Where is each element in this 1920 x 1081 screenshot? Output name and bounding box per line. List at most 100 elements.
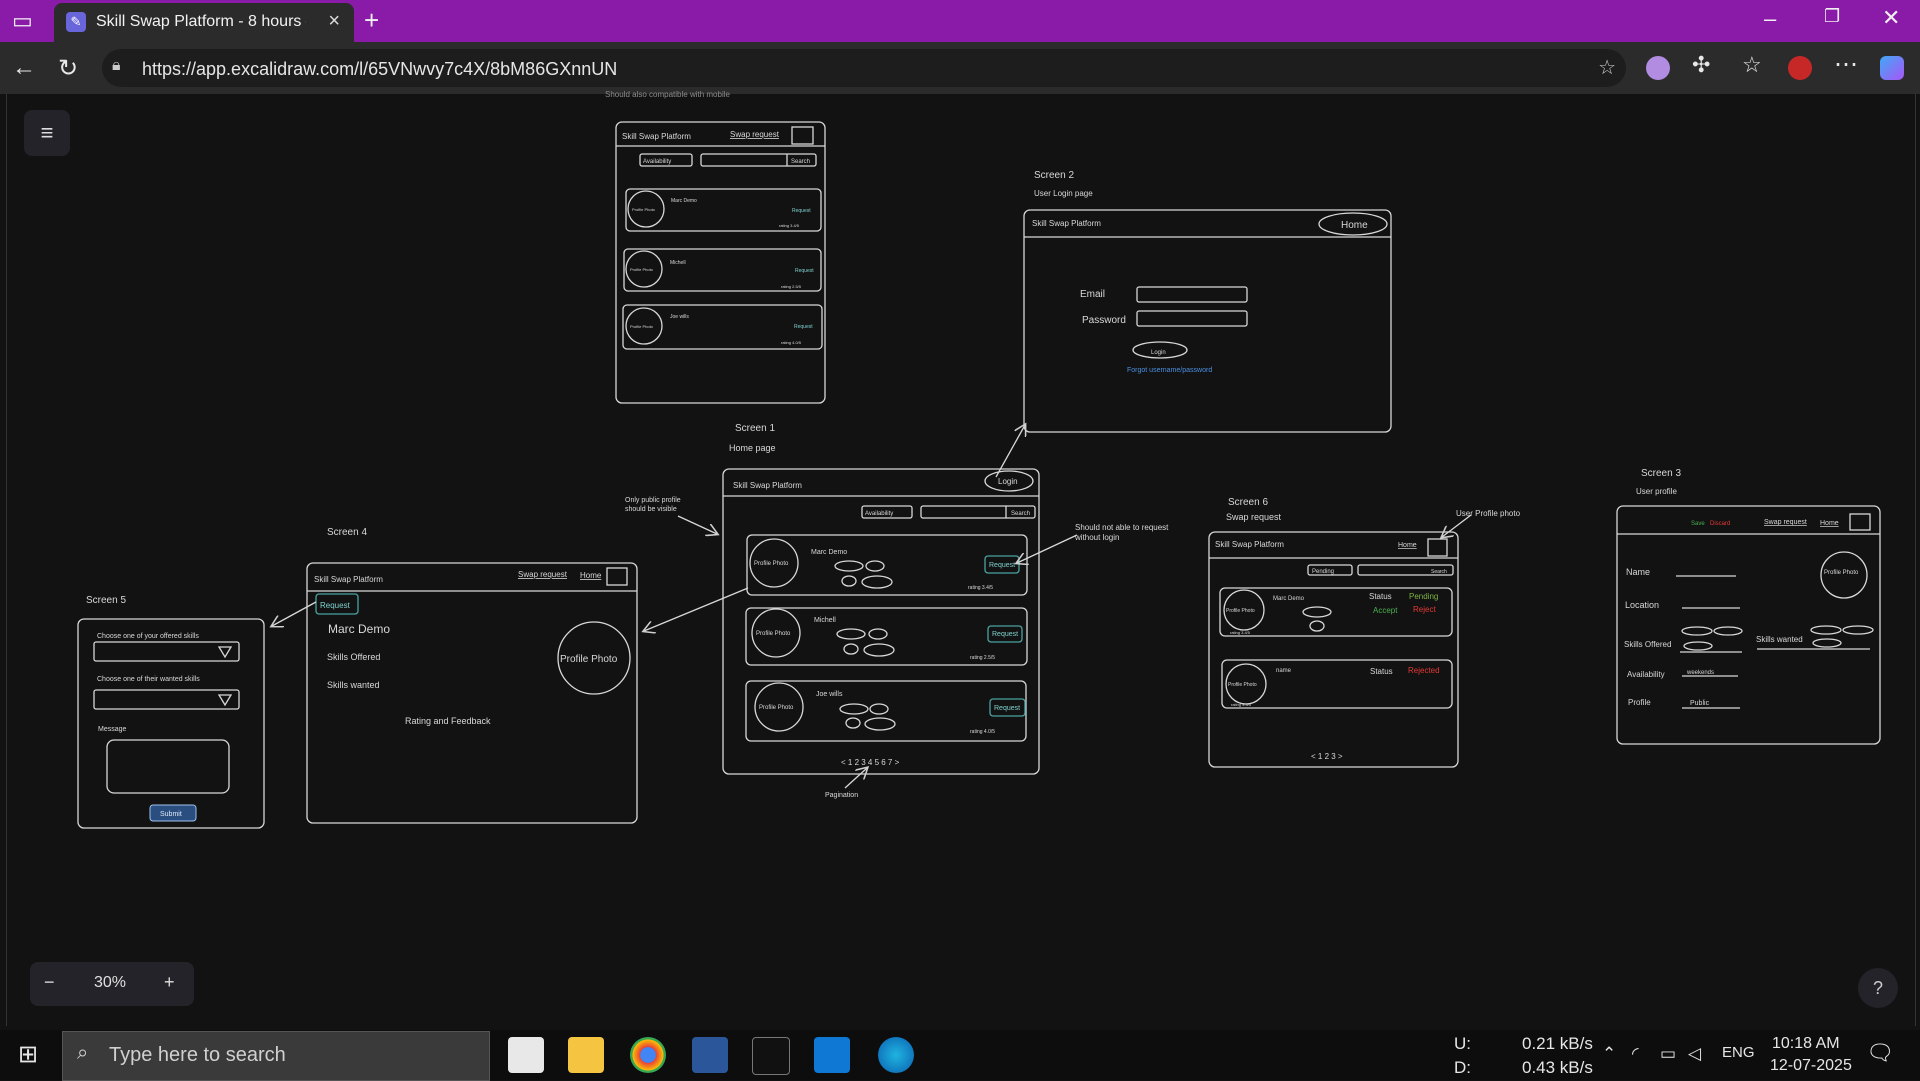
s6-filter: Pending: [1312, 569, 1334, 575]
s0-card2-photo: Profile Photo: [630, 267, 654, 272]
s1-search: Search: [1011, 511, 1030, 517]
s2-sublabel: User Login page: [1034, 189, 1093, 198]
main-menu-icon[interactable]: ≡: [24, 110, 70, 156]
s2-home-button[interactable]: Home: [1341, 220, 1368, 231]
s3-discard: Discard: [1710, 521, 1730, 527]
s3-availability: Availability: [1627, 670, 1665, 679]
s6-photo-note: User Profile photo: [1456, 509, 1521, 518]
top-note: Should also compatible with mobile: [605, 90, 731, 99]
help-icon[interactable]: ?: [1858, 968, 1898, 1008]
s1-card1-request: Request: [989, 562, 1015, 569]
s6-req1-accept[interactable]: Accept: [1373, 606, 1398, 615]
s1-card1-photo: Profile Photo: [754, 561, 789, 567]
s1-card3-request: Request: [994, 705, 1020, 712]
s1-pagination: < 1 2 3 4 5 6 7 >: [841, 758, 900, 767]
s3-label: Screen 3: [1641, 468, 1681, 479]
taskbar-search[interactable]: ⌕ Type here to search: [62, 1031, 490, 1081]
s1-login-note-2: without login: [1074, 533, 1119, 542]
s6-req2-rating: rating 3.4/5: [1231, 702, 1252, 707]
s3-skills-offered: Skills Offered: [1624, 640, 1671, 649]
windows-start-icon[interactable]: ⊞: [18, 1040, 38, 1069]
s6-sublabel: Swap request: [1226, 512, 1282, 522]
s3-sublabel: User profile: [1636, 487, 1677, 496]
s6-req1-status: Status: [1369, 592, 1392, 601]
file-app-icon[interactable]: [508, 1037, 544, 1073]
file-explorer-icon[interactable]: [568, 1037, 604, 1073]
s4-label: Screen 4: [327, 527, 367, 538]
s1-label: Screen 1: [735, 423, 775, 434]
frame-screen5: [77, 618, 265, 829]
s1-card3-name: Joe wills: [816, 691, 843, 698]
tray-chevron-icon[interactable]: ⌃: [1602, 1044, 1616, 1064]
s6-req1-photo: Profile Photo: [1226, 608, 1255, 614]
clock-date[interactable]: 12-07-2025: [1770, 1057, 1852, 1075]
vscode-icon[interactable]: [814, 1037, 850, 1073]
s3-profile: Profile: [1628, 698, 1651, 707]
s1-card2-name: Michell: [814, 617, 836, 624]
s2-label: Screen 2: [1034, 170, 1074, 181]
s3-nav: Swap request: [1764, 519, 1807, 526]
s1-login-button[interactable]: Login: [998, 477, 1018, 486]
s4-skills-wanted: Skills wanted: [327, 680, 380, 690]
s1-pagination-note: Pagination: [825, 792, 858, 799]
s0-search: Search: [791, 159, 810, 165]
s5-offered: Choose one of your offered skills: [97, 633, 199, 640]
zoom-level[interactable]: 30%: [94, 974, 126, 992]
s5-message: Message: [98, 726, 127, 733]
search-icon: ⌕: [77, 1042, 89, 1064]
frame-screen6: [1208, 531, 1459, 768]
battery-icon[interactable]: ▭: [1660, 1044, 1676, 1064]
s3-name: Name: [1626, 567, 1650, 577]
s4-nav: Swap request: [518, 570, 568, 579]
language-indicator[interactable]: ENG: [1722, 1044, 1755, 1061]
s6-req1-reject[interactable]: Reject: [1413, 605, 1436, 614]
s1-public-note-1: Only public profile: [625, 497, 681, 504]
chrome-icon[interactable]: [630, 1037, 666, 1073]
s3-profile-value: Public: [1690, 700, 1710, 707]
s1-card1-name: Marc Demo: [811, 549, 847, 556]
net-up-label: U:: [1454, 1034, 1471, 1053]
s0-nav: Swap request: [730, 130, 780, 139]
s6-label: Screen 6: [1228, 497, 1268, 508]
taskbar-search-placeholder[interactable]: Type here to search: [109, 1044, 286, 1067]
s0-availability: Availability: [643, 159, 671, 165]
s0-card3-photo: Profile Photo: [630, 324, 654, 329]
s6-req1-status-value: Pending: [1409, 592, 1438, 601]
s4-rating: Rating and Feedback: [405, 716, 491, 726]
notification-icon[interactable]: 🗨︎: [1866, 1040, 1894, 1066]
wireframe-drawing: Should also compatible with mobile Skill…: [77, 90, 1881, 829]
frame-screen2: [1023, 209, 1392, 433]
word-icon[interactable]: [692, 1037, 728, 1073]
s3-photo: Profile Photo: [1824, 570, 1859, 576]
s3-availability-value: weekends: [1686, 670, 1714, 676]
net-up-value: 0.21 kB/s: [1522, 1034, 1593, 1053]
s1-card3-rating: rating 4.0/5: [970, 729, 995, 735]
frame-screen3: [1616, 505, 1881, 745]
s4-skills-offered: Skills Offered: [327, 652, 380, 662]
s1-brand: Skill Swap Platform: [733, 481, 802, 490]
s3-home: Home: [1820, 520, 1839, 527]
zoom-in-button[interactable]: +: [164, 972, 175, 993]
s6-search: Search: [1431, 569, 1447, 575]
zoom-controls: − 30% +: [30, 962, 194, 1006]
s6-req1-name: Marc Demo: [1273, 596, 1305, 602]
s0-card2-btn: Request: [795, 268, 814, 274]
s4-home: Home: [580, 571, 602, 580]
zoom-out-button[interactable]: −: [44, 972, 55, 993]
volume-icon[interactable]: ◁: [1688, 1044, 1701, 1064]
s5-label: Screen 5: [86, 595, 126, 606]
wifi-icon[interactable]: ◜: [1632, 1044, 1639, 1064]
s1-sublabel: Home page: [729, 443, 776, 453]
s2-forgot-link[interactable]: Forgot username/password: [1127, 367, 1212, 374]
edge-icon[interactable]: [878, 1037, 914, 1073]
app-box-icon[interactable]: [752, 1037, 790, 1075]
s6-brand: Skill Swap Platform: [1215, 540, 1284, 549]
s4-request-button[interactable]: Request: [320, 601, 351, 610]
s0-card2-rating: rating 2.5/5: [781, 284, 802, 289]
s2-login-button[interactable]: Login: [1151, 350, 1166, 356]
s0-card3-btn: Request: [794, 324, 813, 330]
s2-password-label: Password: [1082, 315, 1126, 326]
s0-brand: Skill Swap Platform: [622, 132, 691, 141]
clock-time[interactable]: 10:18 AM: [1772, 1035, 1840, 1053]
s5-submit-button[interactable]: Submit: [160, 811, 182, 818]
